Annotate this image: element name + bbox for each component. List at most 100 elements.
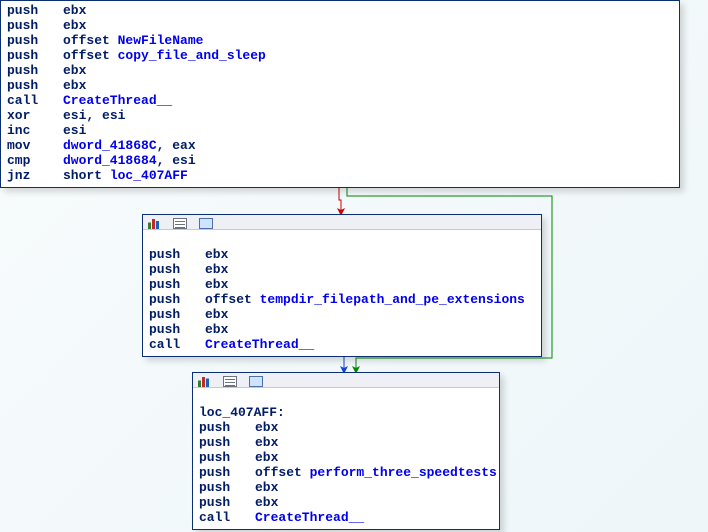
hex-view-icon [249, 376, 263, 387]
block-titlebar [193, 373, 499, 388]
keyword-operand: offset [255, 465, 310, 480]
register-operand: esi [63, 108, 86, 123]
disasm-line[interactable]: callCreateThread__ [149, 337, 537, 352]
register-operand: ebx [255, 450, 278, 465]
mnemonic: push [7, 48, 63, 63]
register-operand: ebx [205, 262, 228, 277]
disasm-line[interactable]: pushebx [149, 247, 537, 262]
symbol-xref[interactable]: dword_418684 [63, 153, 157, 168]
mnemonic: jnz [7, 168, 63, 183]
mnemonic: push [149, 247, 205, 262]
disasm-line[interactable]: pushoffset NewFileName [7, 33, 675, 48]
disasm-line[interactable]: pushebx [7, 78, 675, 93]
mnemonic: push [7, 63, 63, 78]
disasm-line[interactable]: pushebx [7, 3, 675, 18]
mnemonic: xor [7, 108, 63, 123]
mnemonic: push [149, 322, 205, 337]
mnemonic: push [199, 450, 255, 465]
disasm-line[interactable]: pushebx [7, 18, 675, 33]
keyword-operand: offset [63, 48, 118, 63]
chart-icon [147, 218, 161, 229]
register-operand: esi [63, 123, 86, 138]
mnemonic: push [149, 262, 205, 277]
mnemonic: call [149, 337, 205, 352]
keyword-operand: offset [205, 292, 260, 307]
symbol-xref[interactable]: tempdir_filepath_and_pe_extensions [260, 292, 525, 307]
register-operand: ebx [63, 3, 86, 18]
disasm-line[interactable]: pushebx [149, 322, 537, 337]
asm-view-icon [223, 376, 237, 387]
mnemonic: push [199, 465, 255, 480]
call-target[interactable]: CreateThread__ [63, 93, 172, 108]
mnemonic: push [149, 292, 205, 307]
disasm-block-2[interactable]: loc_407AFF:pushebxpushebxpushebxpushoffs… [192, 372, 500, 530]
register-operand: ebx [255, 495, 278, 510]
keyword-operand: offset [63, 33, 118, 48]
disasm-line[interactable]: callCreateThread__ [7, 93, 675, 108]
mnemonic: push [7, 18, 63, 33]
mnemonic: push [7, 3, 63, 18]
symbol-xref[interactable]: perform_three_speedtests [310, 465, 497, 480]
disasm-line[interactable]: pushebx [7, 63, 675, 78]
disasm-line[interactable]: pushebx [199, 450, 495, 465]
register-operand: ebx [63, 18, 86, 33]
block-label[interactable]: loc_407AFF: [199, 405, 495, 420]
block-titlebar [143, 215, 541, 230]
asm-view-icon [173, 218, 187, 229]
disasm-line[interactable]: pushebx [149, 262, 537, 277]
disasm-line[interactable]: pushebx [199, 420, 495, 435]
hex-view-icon [199, 218, 213, 229]
register-operand: ebx [255, 480, 278, 495]
register-operand: esi [172, 153, 195, 168]
disasm-line[interactable]: xoresi, esi [7, 108, 675, 123]
register-operand: ebx [205, 307, 228, 322]
disasm-line[interactable]: pushoffset tempdir_filepath_and_pe_exten… [149, 292, 537, 307]
call-target[interactable]: CreateThread__ [255, 510, 364, 525]
disasm-line[interactable]: pushebx [199, 495, 495, 510]
mnemonic: push [7, 78, 63, 93]
register-operand: ebx [63, 78, 86, 93]
mnemonic: cmp [7, 153, 63, 168]
mnemonic: call [7, 93, 63, 108]
symbol-xref[interactable]: loc_407AFF [110, 168, 188, 183]
mnemonic: inc [7, 123, 63, 138]
disasm-line[interactable]: callCreateThread__ [199, 510, 495, 525]
disasm-line[interactable]: pushebx [199, 435, 495, 450]
symbol-xref[interactable]: copy_file_and_sleep [118, 48, 266, 63]
chart-icon [197, 376, 211, 387]
disasm-block-0[interactable]: pushebxpushebxpushoffset NewFileNamepush… [0, 0, 680, 188]
disasm-line[interactable]: jnzshort loc_407AFF [7, 168, 675, 183]
disasm-line[interactable]: pushebx [199, 480, 495, 495]
mnemonic: mov [7, 138, 63, 153]
operand-separator: , [157, 153, 173, 168]
register-operand: ebx [63, 63, 86, 78]
mnemonic: push [149, 307, 205, 322]
keyword-operand: short [63, 168, 110, 183]
symbol-xref[interactable]: dword_41868C [63, 138, 157, 153]
operand-separator: , [86, 108, 102, 123]
mnemonic: push [149, 277, 205, 292]
disasm-block-2-body: loc_407AFF:pushebxpushebxpushebxpushoffs… [193, 388, 499, 529]
call-target[interactable]: CreateThread__ [205, 337, 314, 352]
mnemonic: push [199, 420, 255, 435]
disasm-block-1-body: pushebxpushebxpushebxpushoffset tempdir_… [143, 230, 541, 356]
disasm-block-1[interactable]: pushebxpushebxpushebxpushoffset tempdir_… [142, 214, 542, 357]
disasm-line[interactable]: cmpdword_418684, esi [7, 153, 675, 168]
disasm-block-0-body: pushebxpushebxpushoffset NewFileNamepush… [1, 1, 679, 187]
mnemonic: push [7, 33, 63, 48]
register-operand: eax [172, 138, 195, 153]
disasm-line[interactable]: incesi [7, 123, 675, 138]
operand-separator: , [157, 138, 173, 153]
disasm-line[interactable]: movdword_41868C, eax [7, 138, 675, 153]
register-operand: esi [102, 108, 125, 123]
disasm-line[interactable]: pushoffset perform_three_speedtests [199, 465, 495, 480]
disasm-line[interactable]: pushebx [149, 277, 537, 292]
blank-line [149, 232, 537, 247]
symbol-xref[interactable]: NewFileName [118, 33, 204, 48]
blank-line [199, 390, 495, 405]
disasm-line[interactable]: pushoffset copy_file_and_sleep [7, 48, 675, 63]
mnemonic: push [199, 495, 255, 510]
mnemonic: push [199, 435, 255, 450]
register-operand: ebx [205, 322, 228, 337]
disasm-line[interactable]: pushebx [149, 307, 537, 322]
